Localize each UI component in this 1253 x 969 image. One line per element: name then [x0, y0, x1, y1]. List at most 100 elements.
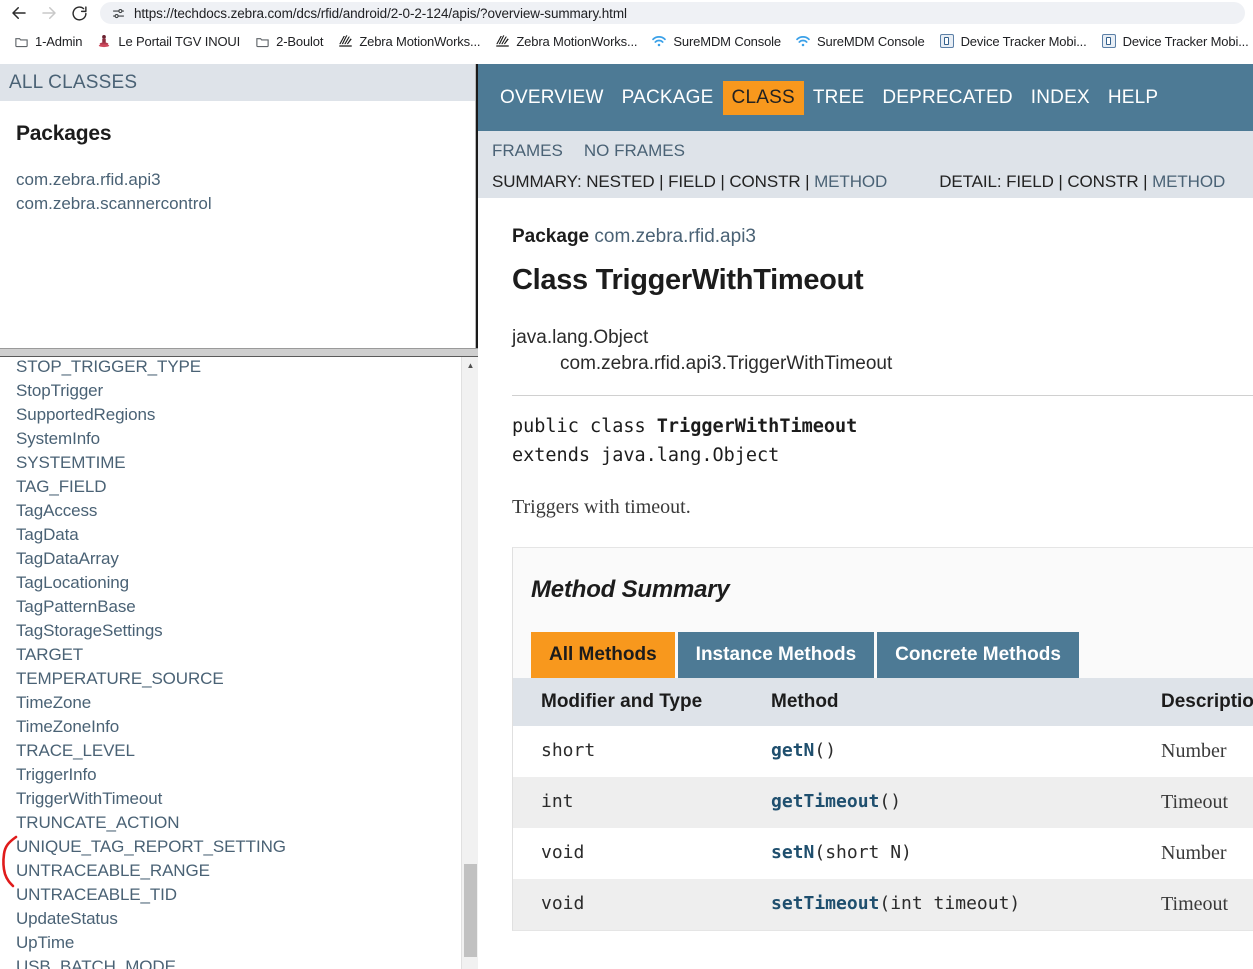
- list-item[interactable]: TARGET: [16, 643, 461, 667]
- folder-icon: [13, 33, 29, 49]
- link-frames[interactable]: FRAMES: [492, 141, 584, 161]
- list-item[interactable]: TagPatternBase: [16, 595, 461, 619]
- list-item[interactable]: TAG_FIELD: [16, 475, 461, 499]
- nav-class[interactable]: CLASS: [722, 80, 804, 115]
- cell-description: Timeout: [1151, 879, 1253, 930]
- nav-overview[interactable]: OVERVIEW: [491, 81, 613, 115]
- left-frames-column: ALL CLASSES Packages com.zebra.rfid.api3…: [0, 64, 478, 969]
- method-args: (short N): [814, 842, 912, 863]
- tab-all-methods[interactable]: All Methods: [531, 632, 675, 678]
- class-signature: public class TriggerWithTimeout extends …: [512, 412, 1253, 470]
- bookmark-device-tracker-2[interactable]: Device Tracker Mobi...: [1094, 29, 1253, 53]
- method-link[interactable]: setN: [771, 842, 814, 863]
- list-item[interactable]: StopTrigger: [16, 379, 461, 403]
- list-item[interactable]: UNTRACEABLE_RANGE: [16, 859, 461, 883]
- class-description: Triggers with timeout.: [512, 496, 691, 518]
- forward-button[interactable]: [34, 1, 64, 25]
- list-item[interactable]: TagLocationing: [16, 571, 461, 595]
- nav-deprecated[interactable]: DEPRECATED: [873, 81, 1021, 115]
- bookmark-le-portail-tgv-inoui[interactable]: Le Portail TGV INOUI: [89, 29, 247, 53]
- bookmark-zebra-motionworks-1[interactable]: Zebra MotionWorks...: [330, 29, 487, 53]
- list-item[interactable]: TagDataArray: [16, 547, 461, 571]
- bookmark-zebra-motionworks-2[interactable]: Zebra MotionWorks...: [487, 29, 644, 53]
- summary-detail-row: SUMMARY: NESTED | FIELD | CONSTR | METHO…: [492, 171, 1226, 192]
- package-list: com.zebra.rfid.api3 com.zebra.scannercon…: [0, 168, 475, 216]
- cell-method: setN(short N): [761, 828, 1151, 879]
- scroll-up-arrow-icon[interactable]: ▲: [462, 357, 478, 374]
- package-name[interactable]: com.zebra.rfid.api3: [594, 226, 756, 247]
- list-item[interactable]: TEMPERATURE_SOURCE: [16, 667, 461, 691]
- frame-splitter[interactable]: [0, 348, 478, 357]
- all-classes-header: ALL CLASSES: [0, 64, 475, 101]
- list-item[interactable]: TagAccess: [16, 499, 461, 523]
- method-link[interactable]: getN: [771, 740, 814, 761]
- list-item[interactable]: TagStorageSettings: [16, 619, 461, 643]
- cell-description: Timeout: [1151, 777, 1253, 828]
- column-header-modifier-and-type: Modifier and Type: [513, 678, 761, 726]
- table-row: void setTimeout(int timeout) Timeout: [513, 879, 1253, 930]
- class-list: STATUS_EVENT_TYPE STOP_TRIGGER_TYPE Stop…: [0, 357, 461, 969]
- class-doc-frame: OVERVIEW PACKAGE CLASS TREE DEPRECATED I…: [478, 64, 1253, 969]
- bookmark-suremdm-console-2[interactable]: SureMDM Console: [788, 29, 932, 53]
- list-item[interactable]: UpTime: [16, 931, 461, 955]
- nav-index[interactable]: INDEX: [1022, 81, 1099, 115]
- tune-sliders-icon[interactable]: [110, 5, 126, 21]
- back-arrow-icon: [10, 4, 28, 22]
- list-item[interactable]: SYSTEMTIME: [16, 451, 461, 475]
- list-item-triggerinfo[interactable]: TriggerInfo: [16, 763, 461, 787]
- signature-modifiers: public class: [512, 416, 657, 437]
- detail-method[interactable]: METHOD: [1152, 172, 1225, 192]
- tab-concrete-methods[interactable]: Concrete Methods: [877, 632, 1079, 678]
- summary-method[interactable]: METHOD: [814, 172, 887, 192]
- reload-icon: [71, 5, 88, 22]
- detail-label: DETAIL:: [939, 171, 1002, 191]
- bookmark-label: SureMDM Console: [816, 33, 925, 49]
- link-no-frames[interactable]: NO FRAMES: [584, 141, 706, 161]
- package-link-scannercontrol[interactable]: com.zebra.scannercontrol: [16, 192, 475, 216]
- column-header-method: Method: [761, 678, 1151, 726]
- list-item[interactable]: UNTRACEABLE_TID: [16, 883, 461, 907]
- list-item[interactable]: SystemInfo: [16, 427, 461, 451]
- cell-method: setTimeout(int timeout): [761, 879, 1151, 930]
- package-link-rfid-api3[interactable]: com.zebra.rfid.api3: [16, 168, 475, 192]
- bookmark-2-boulot[interactable]: 2-Boulot: [247, 29, 330, 53]
- list-item[interactable]: UNIQUE_TAG_REPORT_SETTING: [16, 835, 461, 859]
- package-label: Package: [512, 226, 590, 247]
- all-classes-label[interactable]: ALL CLASSES: [9, 72, 137, 94]
- list-item[interactable]: TRUNCATE_ACTION: [16, 811, 461, 835]
- nav-tree[interactable]: TREE: [804, 81, 873, 115]
- bookmark-1-admin[interactable]: 1-Admin: [6, 29, 89, 53]
- nav-package[interactable]: PACKAGE: [613, 81, 723, 115]
- method-link[interactable]: getTimeout: [771, 791, 879, 812]
- nav-help[interactable]: HELP: [1099, 81, 1167, 115]
- scrollbar-thumb[interactable]: [464, 864, 477, 957]
- suremdm-icon: [651, 33, 667, 49]
- list-item[interactable]: USB_BATCH_MODE: [16, 955, 461, 969]
- bookmark-device-tracker-1[interactable]: Device Tracker Mobi...: [932, 29, 1094, 53]
- method-link[interactable]: setTimeout: [771, 893, 879, 914]
- browser-chrome: https://techdocs.zebra.com/dcs/rfid/andr…: [0, 0, 1253, 56]
- back-button[interactable]: [4, 1, 34, 25]
- list-item-triggerwithtimeout[interactable]: TriggerWithTimeout: [16, 787, 461, 811]
- list-item[interactable]: SupportedRegions: [16, 403, 461, 427]
- reload-button[interactable]: [64, 1, 94, 25]
- bookmark-label: Zebra MotionWorks...: [359, 33, 481, 49]
- address-bar[interactable]: https://techdocs.zebra.com/dcs/rfid/andr…: [100, 2, 1245, 24]
- list-item[interactable]: TimeZoneInfo: [16, 715, 461, 739]
- class-list-scrollbar[interactable]: ▲: [461, 357, 478, 969]
- cell-modifier-type: int: [513, 777, 761, 828]
- page-viewport: ALL CLASSES Packages com.zebra.rfid.api3…: [0, 64, 1253, 969]
- list-item[interactable]: STOP_TRIGGER_TYPE: [16, 357, 461, 379]
- list-item[interactable]: UpdateStatus: [16, 907, 461, 931]
- list-item[interactable]: TRACE_LEVEL: [16, 739, 461, 763]
- bookmark-label: Device Tracker Mobi...: [960, 33, 1087, 49]
- address-bar-url[interactable]: https://techdocs.zebra.com/dcs/rfid/andr…: [134, 6, 627, 21]
- inheritance-level-1: java.lang.Object: [512, 327, 649, 348]
- list-item[interactable]: TagData: [16, 523, 461, 547]
- tab-instance-methods[interactable]: Instance Methods: [677, 632, 875, 678]
- frames-links-row: FRAMES NO FRAMES: [478, 137, 1253, 165]
- bookmarks-bar: 1-Admin Le Portail TGV INOUI 2-Boulot Ze…: [0, 26, 1253, 56]
- bookmark-label: Device Tracker Mobi...: [1122, 33, 1249, 49]
- list-item[interactable]: TimeZone: [16, 691, 461, 715]
- bookmark-suremdm-console-1[interactable]: SureMDM Console: [644, 29, 788, 53]
